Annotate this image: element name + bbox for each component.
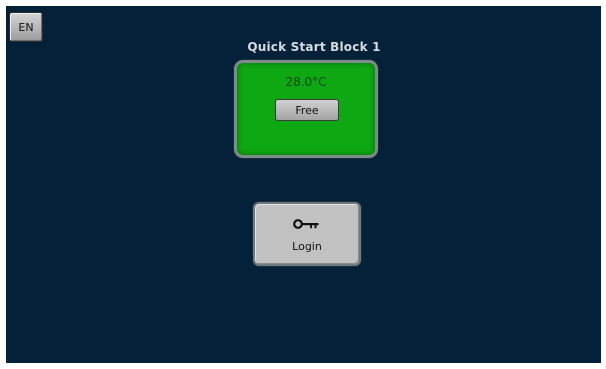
block-title: Quick Start Block 1: [247, 40, 381, 54]
language-button[interactable]: EN: [9, 12, 43, 42]
block-status-panel[interactable]: 28.0°C Free: [234, 60, 378, 158]
main-screen: EN Quick Start Block 1 28.0°C Free Login: [6, 6, 601, 363]
login-button[interactable]: Login: [253, 202, 361, 266]
key-icon: [293, 219, 319, 229]
block-status-button[interactable]: Free: [275, 99, 339, 121]
login-label: Login: [292, 240, 322, 253]
block-temperature: 28.0°C: [285, 75, 327, 89]
